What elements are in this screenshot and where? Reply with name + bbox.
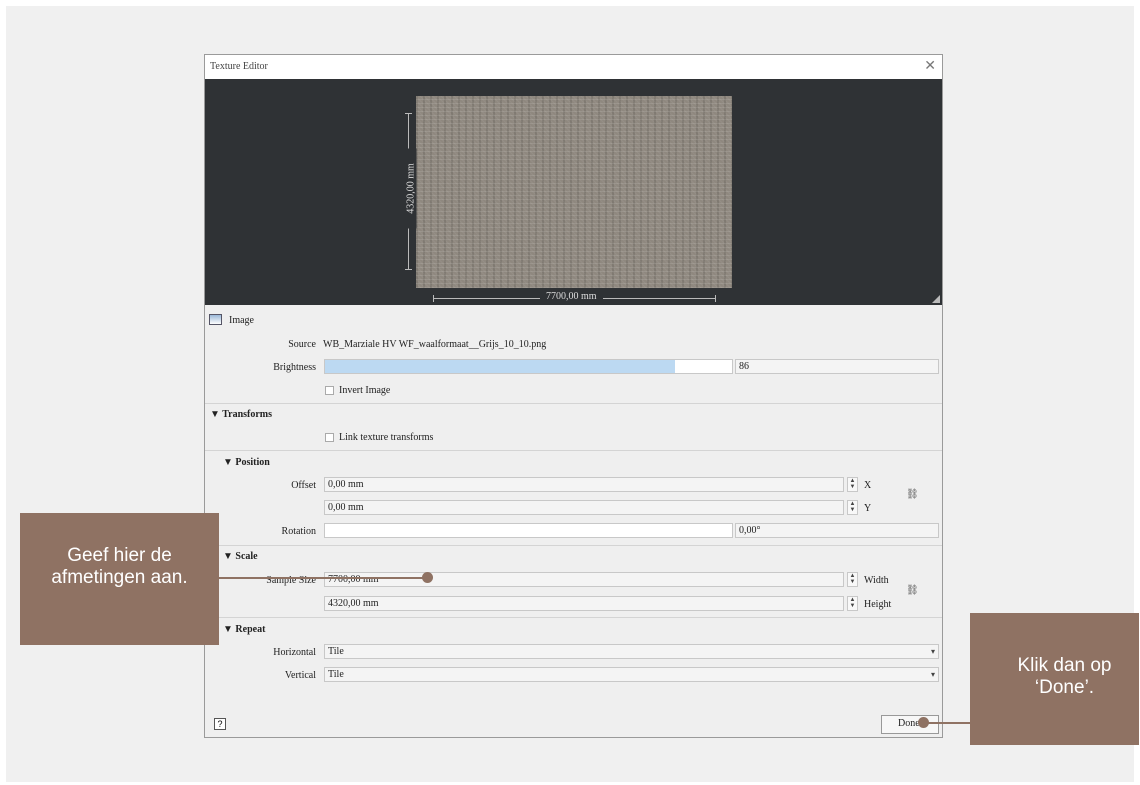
- horizontal-repeat-select[interactable]: Tile ▾: [324, 644, 939, 659]
- height-dimension-label: 4320,00 mm: [405, 148, 417, 229]
- invert-image-label: Invert Image: [339, 385, 391, 396]
- height-label: Height: [864, 599, 892, 610]
- rotation-slider[interactable]: [324, 523, 733, 538]
- chevron-down-icon: ▾: [930, 670, 935, 679]
- link-texture-transforms-checkbox[interactable]: [325, 433, 334, 442]
- width-dimension-tick-right: [715, 295, 716, 302]
- window-title: Texture Editor: [210, 61, 268, 72]
- transforms-header[interactable]: ▼ Transforms: [210, 409, 272, 420]
- brightness-slider[interactable]: [324, 359, 733, 374]
- done-callout: Klik dan op ‘Done’.: [970, 613, 1139, 745]
- invert-image-checkbox[interactable]: [325, 386, 334, 395]
- width-label: Width: [864, 575, 889, 586]
- brightness-slider-fill: [325, 360, 676, 373]
- chevron-down-icon: ▾: [930, 647, 935, 656]
- brightness-input[interactable]: 86: [735, 359, 939, 374]
- offset-y-input[interactable]: 0,00 mm: [324, 500, 844, 515]
- dimensions-callout: Geef hier de afmetingen aan.: [20, 513, 219, 645]
- link-texture-transforms-label: Link texture transforms: [339, 432, 434, 443]
- sample-height-stepper[interactable]: ▲ ▼: [847, 596, 858, 611]
- divider: [205, 403, 942, 404]
- offset-x-axis-label: X: [864, 480, 872, 491]
- offset-x-stepper[interactable]: ▲ ▼: [847, 477, 858, 492]
- texture-editor-dialog: Texture Editor ✕ 4320,00 mm 7700,00 mm I…: [204, 54, 943, 738]
- position-header[interactable]: ▼ Position: [223, 457, 270, 468]
- texture-image: [416, 96, 732, 288]
- vertical-repeat-select[interactable]: Tile ▾: [324, 667, 939, 682]
- title-bar: Texture Editor ✕: [205, 55, 942, 79]
- sample-width-stepper[interactable]: ▲ ▼: [847, 572, 858, 587]
- horizontal-label: Horizontal: [273, 647, 316, 658]
- source-value: WB_Marziale HV WF_waalformaat__Grijs_10_…: [323, 339, 547, 350]
- done-callout-dot: [918, 717, 929, 728]
- image-section-header: Image: [229, 315, 254, 326]
- height-dimension-tick-top: [405, 113, 412, 114]
- dimensions-callout-leader: [219, 577, 428, 579]
- image-icon: [209, 314, 222, 325]
- scale-header[interactable]: ▼ Scale: [223, 551, 258, 562]
- resize-grip-icon[interactable]: [932, 295, 940, 303]
- source-label: Source: [288, 339, 316, 350]
- vertical-repeat-value: Tile: [328, 669, 344, 680]
- repeat-header[interactable]: ▼ Repeat: [223, 624, 265, 635]
- position-header-label: Position: [235, 457, 270, 468]
- divider: [205, 450, 942, 451]
- height-dimension-tick-bottom: [405, 269, 412, 270]
- done-button[interactable]: Done: [881, 715, 939, 734]
- help-button[interactable]: ?: [214, 718, 226, 730]
- repeat-header-label: Repeat: [235, 624, 266, 635]
- horizontal-repeat-value: Tile: [328, 646, 344, 657]
- rotation-input[interactable]: 0,00°: [735, 523, 939, 538]
- close-icon[interactable]: ✕: [924, 57, 936, 74]
- sample-height-input[interactable]: 4320,00 mm: [324, 596, 844, 611]
- offset-y-axis-label: Y: [864, 503, 872, 514]
- divider: [205, 545, 942, 546]
- scale-header-label: Scale: [235, 551, 258, 562]
- texture-preview: 4320,00 mm 7700,00 mm: [205, 79, 942, 305]
- dimensions-callout-dot: [422, 572, 433, 583]
- sample-width-input[interactable]: 7700,00 mm: [324, 572, 844, 587]
- rotation-label: Rotation: [281, 526, 316, 537]
- scale-link-chain-icon[interactable]: ⛓: [906, 585, 919, 596]
- brightness-label: Brightness: [273, 362, 316, 373]
- done-callout-leader: [925, 722, 970, 724]
- offset-y-stepper[interactable]: ▲ ▼: [847, 500, 858, 515]
- divider: [205, 617, 942, 618]
- width-dimension-label: 7700,00 mm: [540, 291, 603, 302]
- offset-x-input[interactable]: 0,00 mm: [324, 477, 844, 492]
- width-dimension-tick-left: [433, 295, 434, 302]
- vertical-label: Vertical: [284, 670, 316, 681]
- link-chain-icon[interactable]: ⛓: [906, 489, 919, 500]
- transforms-header-label: Transforms: [222, 409, 273, 420]
- offset-label: Offset: [291, 480, 316, 491]
